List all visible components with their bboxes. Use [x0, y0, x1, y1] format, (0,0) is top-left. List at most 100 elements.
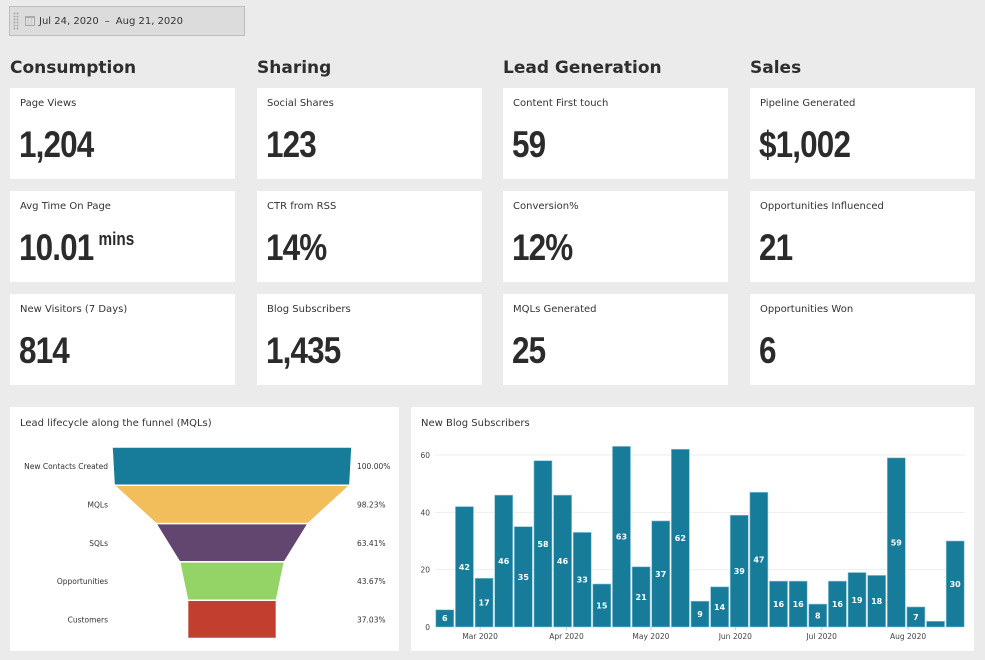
metric-number: 10.01 [19, 227, 94, 268]
section-title-sales: Sales [750, 58, 802, 78]
metric-label: Conversion% [513, 201, 579, 212]
y-tick-label: 0 [425, 623, 430, 632]
metric-card-ctr-from-rss[interactable]: CTR from RSS 14% [257, 191, 482, 282]
x-tick-label: Apr 2020 [549, 632, 584, 641]
metric-value: 14% [266, 227, 327, 269]
metric-card-content-first-touch[interactable]: Content First touch 59 [503, 88, 728, 179]
metric-unit: mins [98, 229, 135, 249]
metric-label: Opportunities Influenced [760, 201, 884, 212]
funnel-category-label: Opportunities [57, 577, 108, 586]
bar[interactable] [926, 620, 945, 628]
bar-data-label: 9 [697, 610, 703, 619]
x-tick-label: Jun 2020 [718, 632, 752, 641]
metric-number: 6 [759, 330, 776, 371]
metric-number: 1,204 [19, 124, 94, 165]
metric-value: 6 [759, 330, 776, 372]
metric-label: Pipeline Generated [760, 98, 856, 109]
bar-data-label: 21 [636, 593, 648, 602]
bar-data-label: 8 [815, 612, 821, 621]
metric-number: 123 [266, 124, 317, 165]
bar-data-label: 63 [616, 533, 627, 542]
metric-number: 59 [512, 124, 546, 165]
date-range-separator: – [104, 15, 110, 27]
metric-card-avg-time-on-page[interactable]: Avg Time On Page 10.01 mins [10, 191, 235, 282]
funnel-segment-opportunities[interactable] [178, 561, 286, 601]
metric-value: 12% [512, 227, 573, 269]
funnel-segment-sqls[interactable] [154, 522, 310, 563]
funnel-segment-mqls[interactable] [112, 484, 352, 525]
funnel-value-label: 100.00% [357, 462, 390, 471]
metric-number: $1,002 [759, 124, 851, 165]
metric-value: 21 [759, 227, 793, 269]
metric-value: 814 [19, 330, 70, 372]
x-tick-label: May 2020 [632, 632, 669, 641]
x-tick-label: Mar 2020 [462, 632, 498, 641]
metric-value: 123 [266, 124, 317, 166]
metric-value: 1,435 [266, 330, 341, 372]
metric-number: 25 [512, 330, 546, 371]
y-tick-label: 20 [420, 566, 430, 575]
bar-chart: 0 20 40 60 6 42 17 46 35 58 46 33 15 63 21 37 62 9 14 39 47 1… [420, 446, 965, 641]
metric-label: MQLs Generated [513, 304, 597, 315]
bar-data-label: 46 [557, 557, 569, 566]
metric-label: Blog Subscribers [267, 304, 351, 315]
metric-label: Social Shares [267, 98, 334, 109]
bar-data-label: 7 [913, 613, 919, 622]
metric-card-page-views[interactable]: Page Views 1,204 [10, 88, 235, 179]
bar-data-label: 16 [773, 600, 785, 609]
bar-data-label: 17 [479, 599, 490, 608]
metric-value: $1,002 [759, 124, 851, 166]
section-title-consumption: Consumption [10, 58, 137, 78]
funnel-panel: Lead lifecycle along the funnel (MQLs) N… [10, 407, 399, 651]
x-tick-label: Aug 2020 [890, 632, 926, 641]
metric-label: New Visitors (7 Days) [20, 304, 128, 315]
metric-card-social-shares[interactable]: Social Shares 123 [257, 88, 482, 179]
date-range-start: Jul 24, 2020 [39, 15, 99, 27]
metric-value: 25 [512, 330, 546, 372]
metric-card-new-visitors-7-days[interactable]: New Visitors (7 Days) 814 [10, 294, 235, 385]
metric-card-conversion[interactable]: Conversion% 12% [503, 191, 728, 282]
date-range-picker[interactable]: Jul 24, 2020 – Aug 21, 2020 [9, 6, 245, 36]
metric-card-pipeline-generated[interactable]: Pipeline Generated $1,002 [750, 88, 975, 179]
bar-data-label: 30 [950, 580, 962, 589]
bar-data-label: 58 [537, 540, 549, 549]
metric-value: 10.01 mins [19, 227, 134, 269]
bar-data-label: 59 [891, 538, 903, 547]
funnel-category-label: SQLs [89, 539, 108, 548]
calendar-icon [25, 16, 35, 26]
funnel-value-label: 98.23% [357, 500, 386, 509]
bar-data-label: 16 [793, 600, 805, 609]
metric-label: Avg Time On Page [20, 201, 111, 212]
x-tick-label: Jul 2020 [805, 632, 837, 641]
metric-value: 59 [512, 124, 546, 166]
metric-card-mqls-generated[interactable]: MQLs Generated 25 [503, 294, 728, 385]
metric-label: CTR from RSS [267, 201, 337, 212]
y-tick-label: 40 [420, 508, 430, 517]
bar-data-label: 14 [714, 603, 726, 612]
section-title-lead-generation: Lead Generation [503, 58, 662, 78]
metric-card-blog-subscribers[interactable]: Blog Subscribers 1,435 [257, 294, 482, 385]
bar-chart-panel: New Blog Subscribers 0 20 40 60 6 42 17 46 35 58 4… [411, 407, 974, 651]
funnel-segment-customers[interactable] [186, 599, 278, 640]
metric-number: 814 [19, 330, 70, 371]
funnel-value-label: 37.03% [357, 615, 386, 624]
metric-card-opportunities-won[interactable]: Opportunities Won 6 [750, 294, 975, 385]
metric-label: Page Views [20, 98, 77, 109]
drag-handle-icon[interactable] [13, 12, 19, 30]
funnel-segment-new-contacts-created[interactable] [111, 446, 353, 487]
bar-data-label: 42 [459, 563, 470, 572]
bar-data-label: 62 [675, 534, 686, 543]
metric-number: 21 [759, 227, 793, 268]
bar-data-label: 6 [442, 614, 448, 623]
y-tick-label: 60 [420, 451, 430, 460]
bar-data-label: 46 [498, 557, 510, 566]
metric-number: 12% [512, 227, 573, 268]
bar-data-label: 33 [577, 576, 588, 585]
bar-data-label: 37 [655, 570, 666, 579]
metric-label: Opportunities Won [760, 304, 854, 315]
bar-data-label: 16 [832, 600, 844, 609]
bar-data-label: 39 [734, 567, 746, 576]
metric-card-opportunities-influenced[interactable]: Opportunities Influenced 21 [750, 191, 975, 282]
bar-data-label: 18 [871, 597, 883, 606]
funnel-chart: New Contacts Created 100.00% MQLs 98.23% SQL… [24, 446, 390, 640]
